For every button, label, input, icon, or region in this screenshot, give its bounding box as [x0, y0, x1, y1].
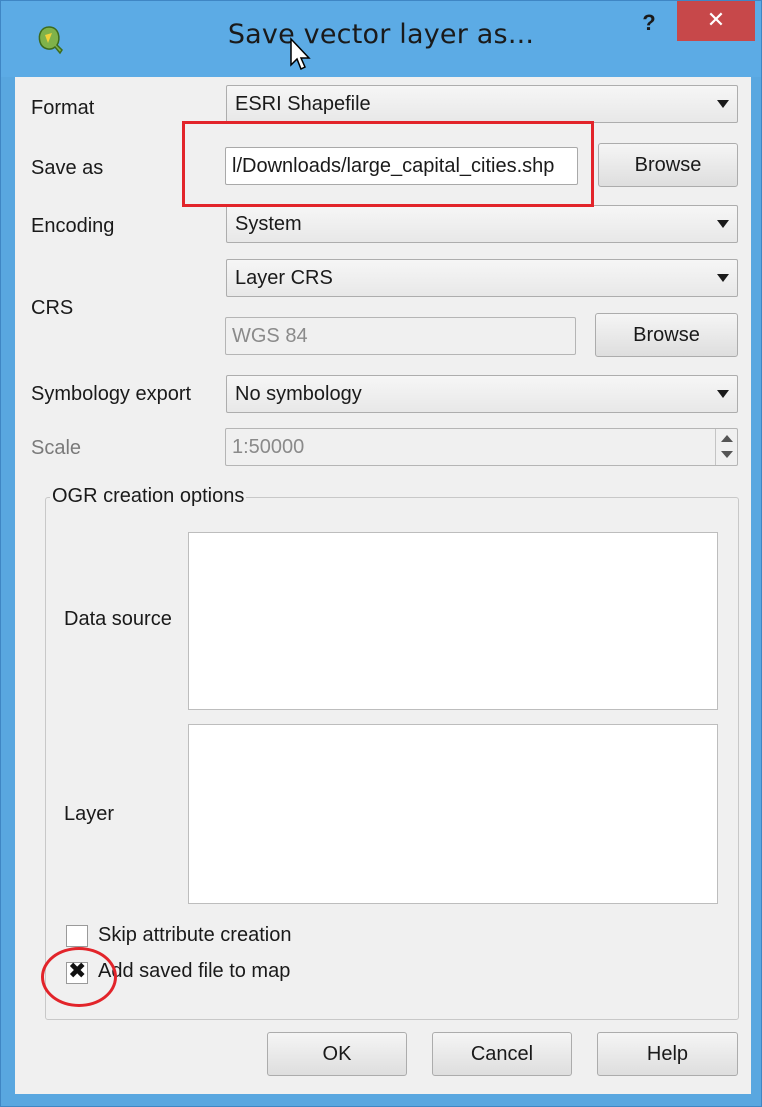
dialog-window: Save vector layer as... ? ✕ Format ESRI …	[0, 0, 762, 1107]
encoding-value: System	[235, 213, 302, 235]
format-value: ESRI Shapefile	[235, 93, 371, 115]
crs-input: WGS 84	[225, 317, 576, 355]
layer-label: Layer	[64, 803, 115, 825]
scale-spinbox: 1:50000	[225, 428, 738, 466]
format-combo[interactable]: ESRI Shapefile	[226, 85, 738, 123]
crs-mode-value: Layer CRS	[235, 267, 333, 289]
help-button[interactable]: Help	[597, 1032, 738, 1076]
ogr-options-group: OGR creation options Data source Layer S…	[45, 485, 739, 1020]
chevron-down-icon	[717, 274, 729, 282]
scale-label: Scale	[31, 437, 82, 459]
add-to-map-checkbox[interactable]: ✖	[66, 959, 88, 984]
crs-label: CRS	[31, 297, 74, 319]
ok-button[interactable]: OK	[267, 1032, 407, 1076]
data-source-options-textarea[interactable]	[188, 532, 718, 710]
symbology-label: Symbology export	[31, 383, 192, 405]
close-button[interactable]: ✕	[677, 1, 755, 41]
skip-attribute-checkbox[interactable]	[66, 925, 88, 947]
check-icon: ✖	[68, 959, 87, 984]
spin-arrows-icon	[715, 429, 737, 465]
symbology-combo[interactable]: No symbology	[226, 375, 738, 413]
crs-browse-button[interactable]: Browse	[595, 313, 738, 357]
crs-mode-combo[interactable]: Layer CRS	[226, 259, 738, 297]
layer-options-textarea[interactable]	[188, 724, 718, 904]
data-source-label: Data source	[64, 608, 172, 630]
title-bar[interactable]: Save vector layer as... ? ✕	[1, 1, 761, 77]
encoding-combo[interactable]: System	[226, 205, 738, 243]
dialog-body: Format ESRI Shapefile Save as l/Download…	[15, 77, 751, 1094]
chevron-down-icon	[717, 390, 729, 398]
chevron-down-icon	[717, 100, 729, 108]
cancel-button[interactable]: Cancel	[432, 1032, 572, 1076]
title-help-button[interactable]: ?	[631, 5, 667, 41]
skip-attribute-label: Skip attribute creation	[98, 924, 292, 946]
save-as-value: l/Downloads/large_capital_cities.shp	[232, 155, 555, 177]
format-label: Format	[31, 97, 95, 119]
ogr-group-title: OGR creation options	[50, 485, 247, 508]
save-as-label: Save as	[31, 157, 104, 179]
save-as-input[interactable]: l/Downloads/large_capital_cities.shp	[225, 147, 578, 185]
scale-value: 1:50000	[232, 436, 305, 458]
save-as-browse-button[interactable]: Browse	[598, 143, 738, 187]
add-to-map-label: Add saved file to map	[98, 960, 291, 982]
encoding-label: Encoding	[31, 215, 115, 237]
symbology-value: No symbology	[235, 383, 362, 405]
chevron-down-icon	[717, 220, 729, 228]
crs-value: WGS 84	[232, 325, 308, 347]
